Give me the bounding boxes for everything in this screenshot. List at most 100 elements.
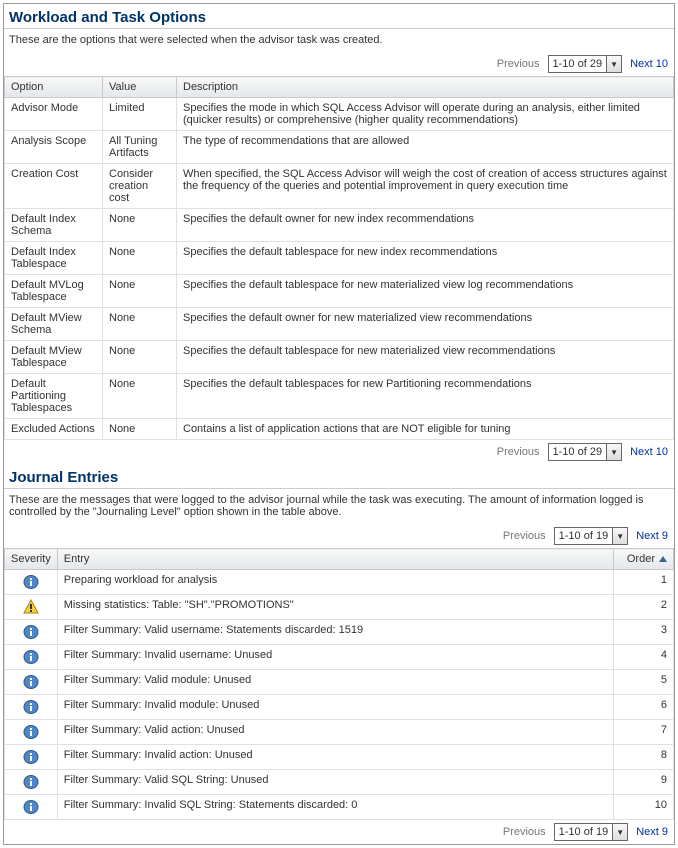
chevron-down-icon[interactable]: ▼ [606,56,621,72]
pager-range-select[interactable]: 1-10 of 29 ▼ [548,55,623,73]
order-cell: 2 [614,595,674,620]
description-cell: Specifies the default tablespace for new… [177,275,674,308]
pager-previous: Previous [497,58,540,70]
col-description: Description [177,77,674,98]
col-value: Value [103,77,177,98]
option-cell: Excluded Actions [5,419,103,440]
option-cell: Default Partitioning Tablespaces [5,374,103,419]
table-row: Filter Summary: Valid username: Statemen… [5,620,674,645]
table-row: Default Index TablespaceNoneSpecifies th… [5,242,674,275]
chevron-down-icon[interactable]: ▼ [612,528,627,544]
journal-desc: These are the messages that were logged … [4,491,674,524]
col-order[interactable]: Order [614,549,674,570]
entry-cell: Missing statistics: Table: "SH"."PROMOTI… [57,595,613,620]
severity-cell [5,695,58,720]
value-cell: None [103,374,177,419]
description-cell: Specifies the default tablespaces for ne… [177,374,674,419]
warning-icon [11,599,51,615]
workload-options-table: Option Value Description Advisor ModeLim… [4,76,674,440]
table-row: Filter Summary: Valid SQL String: Unused… [5,770,674,795]
journal-bottom-pager: Previous 1-10 of 19 ▼ Next 9 [4,820,674,844]
order-cell: 3 [614,620,674,645]
chevron-down-icon[interactable]: ▼ [612,824,627,840]
value-cell: None [103,209,177,242]
value-cell: Limited [103,98,177,131]
table-row: Filter Summary: Invalid username: Unused… [5,645,674,670]
option-cell: Creation Cost [5,164,103,209]
table-row: Default Partitioning TablespacesNoneSpec… [5,374,674,419]
description-cell: Specifies the default tablespace for new… [177,242,674,275]
table-row: Filter Summary: Valid action: Unused7 [5,720,674,745]
description-cell: Specifies the mode in which SQL Access A… [177,98,674,131]
entry-cell: Filter Summary: Valid SQL String: Unused [57,770,613,795]
order-cell: 4 [614,645,674,670]
info-icon [11,774,51,790]
option-cell: Default Index Schema [5,209,103,242]
info-icon [11,724,51,740]
journal-entries-table: Severity Entry Order Preparing workload … [4,548,674,820]
value-cell: None [103,308,177,341]
table-row: Default Index SchemaNoneSpecifies the de… [5,209,674,242]
value-cell: None [103,419,177,440]
col-entry: Entry [57,549,613,570]
col-severity: Severity [5,549,58,570]
table-row: Filter Summary: Invalid action: Unused8 [5,745,674,770]
table-row: Default MView SchemaNoneSpecifies the de… [5,308,674,341]
entry-cell: Filter Summary: Valid username: Statemen… [57,620,613,645]
pager-range-select[interactable]: 1-10 of 29 ▼ [548,443,623,461]
pager-range-value: 1-10 of 29 [549,58,607,70]
description-cell: Contains a list of application actions t… [177,419,674,440]
workload-top-pager: Previous 1-10 of 29 ▼ Next 10 [4,52,674,76]
pager-range-value: 1-10 of 19 [555,826,613,838]
pager-range-select[interactable]: 1-10 of 19 ▼ [554,823,629,841]
description-cell: Specifies the default owner for new inde… [177,209,674,242]
table-row: Default MView TablespaceNoneSpecifies th… [5,341,674,374]
info-icon [11,749,51,765]
value-cell: Consider creation cost [103,164,177,209]
order-cell: 6 [614,695,674,720]
entry-cell: Filter Summary: Invalid module: Unused [57,695,613,720]
description-cell: Specifies the default tablespace for new… [177,341,674,374]
order-cell: 1 [614,570,674,595]
pager-next[interactable]: Next 9 [636,530,668,542]
table-row: Default MVLog TablespaceNoneSpecifies th… [5,275,674,308]
table-row: Creation CostConsider creation costWhen … [5,164,674,209]
workload-bottom-pager: Previous 1-10 of 29 ▼ Next 10 [4,440,674,464]
severity-cell [5,720,58,745]
order-cell: 5 [614,670,674,695]
value-cell: All Tuning Artifacts [103,131,177,164]
info-icon [11,574,51,590]
pager-range-value: 1-10 of 19 [555,530,613,542]
option-cell: Default MView Schema [5,308,103,341]
order-cell: 8 [614,745,674,770]
table-row: Filter Summary: Valid module: Unused5 [5,670,674,695]
table-row: Advisor ModeLimitedSpecifies the mode in… [5,98,674,131]
pager-next[interactable]: Next 10 [630,446,668,458]
workload-title: Workload and Task Options [4,4,674,29]
info-icon [11,624,51,640]
entry-cell: Filter Summary: Valid action: Unused [57,720,613,745]
pager-previous: Previous [503,530,546,542]
severity-cell [5,670,58,695]
severity-cell [5,745,58,770]
journal-title: Journal Entries [4,464,674,489]
value-cell: None [103,341,177,374]
severity-cell [5,570,58,595]
pager-previous: Previous [503,826,546,838]
entry-cell: Filter Summary: Invalid SQL String: Stat… [57,795,613,820]
col-option: Option [5,77,103,98]
chevron-down-icon[interactable]: ▼ [606,444,621,460]
pager-range-select[interactable]: 1-10 of 19 ▼ [554,527,629,545]
table-row: Excluded ActionsNoneContains a list of a… [5,419,674,440]
info-icon [11,649,51,665]
pager-next[interactable]: Next 10 [630,58,668,70]
severity-cell [5,770,58,795]
table-row: Filter Summary: Invalid SQL String: Stat… [5,795,674,820]
journal-top-pager: Previous 1-10 of 19 ▼ Next 9 [4,524,674,548]
pager-next[interactable]: Next 9 [636,826,668,838]
workload-desc: These are the options that were selected… [4,31,674,52]
option-cell: Analysis Scope [5,131,103,164]
info-icon [11,799,51,815]
order-cell: 9 [614,770,674,795]
order-cell: 10 [614,795,674,820]
